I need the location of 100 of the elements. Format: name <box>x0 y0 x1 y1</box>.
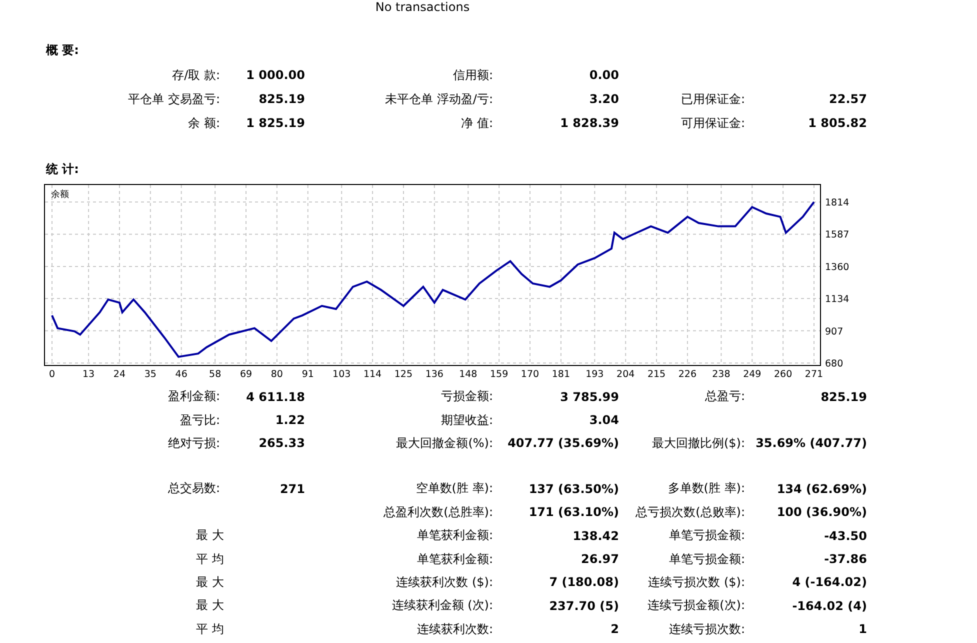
field-label: 可用保证金: <box>680 114 745 132</box>
field-label: 单笔获利金额: <box>416 552 493 566</box>
x-tick-label: 136 <box>425 369 444 380</box>
field-label: 总交易数: <box>168 481 220 496</box>
field-label: 总盈亏: <box>704 389 745 404</box>
x-tick-label: 215 <box>647 369 666 380</box>
x-tick-label: 204 <box>616 369 635 380</box>
x-tick-label: 13 <box>82 369 95 380</box>
x-tick-label: 125 <box>394 369 413 380</box>
x-tick-label: 159 <box>490 369 508 380</box>
field-value: 1 825.19 <box>245 116 305 130</box>
field-label: 平 均 <box>196 552 224 566</box>
field-value: 825.19 <box>820 390 867 404</box>
x-tick-label: 69 <box>240 369 252 380</box>
field-value: 171 (63.10%) <box>528 505 619 520</box>
field-value: 26.97 <box>581 552 619 566</box>
x-tick-label: 46 <box>175 369 188 380</box>
field-label: 净 值: <box>460 114 493 132</box>
field-label: 连续获利金额 (次): <box>392 598 493 612</box>
x-tick-label: 238 <box>712 369 730 380</box>
field-value: -37.86 <box>824 552 867 566</box>
field-label: 期望收益: <box>440 412 493 427</box>
x-tick-label: 103 <box>332 369 351 380</box>
field-label: 绝对亏损: <box>168 436 220 450</box>
x-tick-label: 271 <box>804 369 824 380</box>
field-label: 平仓单 交易盈亏: <box>127 90 220 108</box>
x-tick-label: 181 <box>552 369 570 380</box>
field-label: 连续获利次数: <box>416 622 493 636</box>
x-tick-label: 91 <box>302 369 314 380</box>
field-label: 信用额: <box>452 66 493 84</box>
x-tick-label: 260 <box>774 369 792 380</box>
field-label: 多单数(胜 率): <box>668 481 745 496</box>
x-tick-label: 193 <box>586 369 604 380</box>
field-value: 100 (36.90%) <box>776 505 867 520</box>
field-label: 最大回撤比例($): <box>652 436 745 450</box>
field-label: 最大回撤金额(%): <box>396 436 493 450</box>
y-tick-label: 1134 <box>825 294 850 306</box>
field-value: 407.77 (35.69%) <box>508 436 619 450</box>
status-text: No transactions <box>375 0 470 14</box>
legend-label: 余额 <box>51 190 69 200</box>
field-label: 余 额: <box>187 114 220 132</box>
field-value: 3.20 <box>588 92 619 106</box>
field-value: 3.04 <box>589 413 619 428</box>
field-value: 4 (-164.02) <box>792 575 867 590</box>
y-tick-label: 1814 <box>825 198 850 208</box>
field-label: 连续亏损金额(次): <box>648 598 745 612</box>
field-label: 最 大 <box>196 598 224 612</box>
x-tick-label: 58 <box>209 369 222 380</box>
field-value: 4 611.18 <box>246 390 305 404</box>
field-value: 825.19 <box>258 92 305 106</box>
x-tick-label: 24 <box>113 369 126 380</box>
field-value: 137 (63.50%) <box>528 482 619 496</box>
field-label: 单笔亏损金额: <box>668 528 745 542</box>
x-tick-label: 249 <box>743 369 762 380</box>
field-value: 2 <box>610 622 619 636</box>
field-value: 237.70 (5) <box>549 598 619 613</box>
field-label: 单笔获利金额: <box>416 528 493 542</box>
field-label: 空单数(胜 率): <box>416 481 493 496</box>
field-label: 总亏损次数(总败率): <box>636 504 745 519</box>
field-value: 1 000.00 <box>245 68 305 82</box>
field-value: 0.00 <box>588 68 619 82</box>
field-label: 未平仓单 浮动盈/亏: <box>384 90 493 108</box>
field-label: 连续获利次数 ($): <box>396 574 493 589</box>
y-tick-label: 907 <box>825 326 844 338</box>
field-value: -164.02 (4) <box>792 598 867 613</box>
x-tick-label: 148 <box>459 369 478 380</box>
y-tick-label: 1587 <box>825 230 850 241</box>
field-value: 1 <box>858 622 867 636</box>
section-heading: 概 要: <box>46 42 80 58</box>
y-tick-label: 1360 <box>825 262 850 273</box>
x-tick-label: 0 <box>48 369 56 380</box>
field-value: 1.22 <box>275 413 305 428</box>
field-label: 最 大 <box>196 574 224 589</box>
field-value: 22.57 <box>828 92 867 106</box>
field-value: 3 785.99 <box>560 390 619 404</box>
field-label: 连续亏损次数 ($): <box>648 574 745 589</box>
x-tick-label: 35 <box>144 369 156 380</box>
field-label: 亏损金额: <box>440 389 493 404</box>
field-value: 1 828.39 <box>559 116 619 130</box>
field-value: -43.50 <box>824 528 867 543</box>
x-tick-label: 170 <box>520 369 540 380</box>
y-tick-label: 680 <box>825 358 844 370</box>
field-value: 138.42 <box>572 528 619 543</box>
field-label: 总盈利次数(总胜率): <box>384 504 493 519</box>
field-value: 35.69% (407.77) <box>756 436 867 450</box>
field-value: 271 <box>280 482 305 496</box>
field-value: 265.33 <box>258 436 305 450</box>
field-label: 连续亏损次数: <box>668 622 745 636</box>
x-tick-label: 114 <box>363 369 382 380</box>
section-heading: 统 计: <box>46 161 80 177</box>
field-label: 最 大 <box>196 528 224 542</box>
field-label: 单笔亏损金额: <box>668 552 745 566</box>
field-value: 1 805.82 <box>807 116 867 130</box>
field-label: 平 均 <box>196 622 224 636</box>
field-label: 盈亏比: <box>180 412 220 427</box>
x-tick-label: 80 <box>270 369 283 380</box>
field-label: 存/取 款: <box>171 66 220 84</box>
field-label: 盈利金额: <box>168 389 220 404</box>
x-tick-label: 226 <box>678 369 697 380</box>
field-value: 134 (62.69%) <box>776 482 867 496</box>
